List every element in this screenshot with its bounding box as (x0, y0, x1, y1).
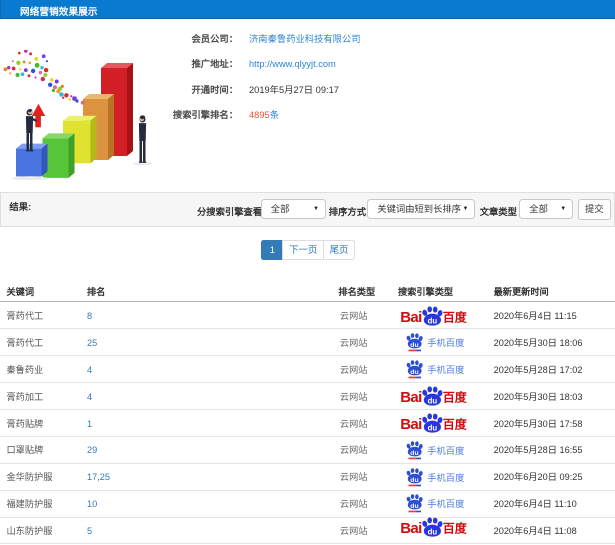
svg-text:du: du (410, 449, 418, 456)
svg-text:手机百度: 手机百度 (427, 471, 464, 482)
svg-text:百度: 百度 (443, 417, 467, 432)
svg-text:百度: 百度 (443, 309, 467, 324)
svg-text:手机百度: 手机百度 (427, 444, 464, 455)
svg-text:百度: 百度 (443, 390, 467, 405)
svg-text:Bai: Bai (400, 308, 422, 325)
svg-text:百度: 百度 (443, 521, 467, 536)
svg-text:du: du (428, 424, 438, 433)
svg-text:手机百度: 手机百度 (427, 364, 464, 375)
svg-text:du: du (428, 528, 438, 537)
svg-text:Bai: Bai (400, 389, 422, 406)
svg-text:手机百度: 手机百度 (427, 498, 464, 509)
svg-text:Bai: Bai (400, 416, 422, 433)
svg-text:du: du (428, 397, 438, 406)
svg-text:du: du (410, 476, 418, 483)
svg-text:du: du (428, 316, 438, 325)
svg-text:du: du (410, 503, 418, 510)
svg-text:du: du (410, 342, 418, 349)
svg-text:Bai: Bai (400, 520, 422, 537)
svg-text:du: du (410, 369, 418, 376)
svg-text:手机百度: 手机百度 (427, 337, 464, 348)
